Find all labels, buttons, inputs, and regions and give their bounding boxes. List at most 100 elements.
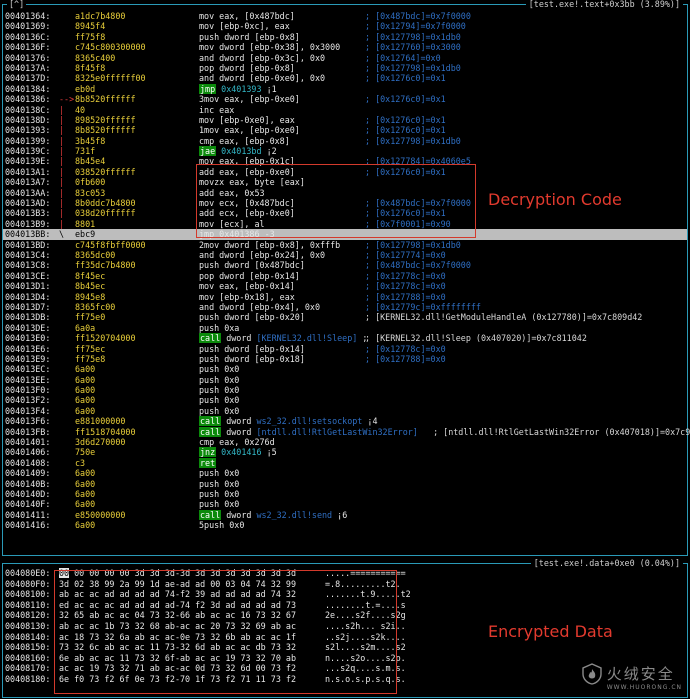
disasm-comment: ; [0x12764]=0x0 — [365, 52, 441, 63]
disasm-row[interactable]: 0040136C: ff75f8 push dword [ebp-0x8] ; [0x… — [3, 32, 687, 42]
disasm-comment: ; [0x1276c0]=0x1 — [365, 73, 446, 84]
disasm-address: 004013D7: — [5, 301, 51, 312]
disasm-row[interactable]: 0040140F: 6a00 push 0x0 — [3, 499, 687, 509]
disasm-address: 004013EC: — [5, 364, 51, 375]
symbol-reference[interactable]: ws2_32.dll!setsockopt — [256, 416, 362, 426]
instruction-token[interactable]: 0x401416 — [216, 447, 266, 457]
disasm-address: 00401411: — [5, 509, 51, 520]
disasm-row[interactable]: 004013EC: 6a00 push 0x0 — [3, 364, 687, 374]
disasm-row[interactable]: 004013F2: 6a00 push 0x0 — [3, 395, 687, 405]
disasm-address: 004013F6: — [5, 416, 51, 427]
disasm-row[interactable]: 004013F6: e881000000 call dword ws2_32.dll… — [3, 416, 687, 427]
disasm-instruction: push dword [ebp-0x14] — [199, 344, 305, 354]
disasm-row[interactable]: 00401386: --> 8b8520ffffff 3mov eax, [ebp-0… — [3, 94, 687, 104]
disasm-instruction: push dword [ebp-0x8] — [199, 32, 300, 42]
jump-arrow: | — [59, 208, 65, 219]
disasm-instruction: push 0x0 — [199, 468, 239, 478]
disasm-row[interactable]: 004013DB: ff75e0 push dword [ebp-0x20] ; [K… — [3, 312, 687, 322]
instruction-token[interactable]: 0x401393 — [216, 84, 266, 94]
disasm-row[interactable]: 00401409: 6a00 push 0x0 — [3, 468, 687, 478]
disasm-row[interactable]: 004013BD: c745f8fbff0000 2mov dword [ebp-0… — [3, 240, 687, 250]
instruction-token: cmp eax, [ebp-0x8] — [199, 135, 290, 146]
disasm-comment: ; [0x127774]=0x0 — [365, 249, 446, 260]
disasm-row[interactable]: 004013C4: 8365dc00 and dword [ebp-0x24], 0… — [3, 250, 687, 260]
disasm-row[interactable]: 004013D1: 8b45ec mov eax, [ebp-0x14] ; [0x1… — [3, 281, 687, 291]
disasm-comment: ; [0x12778c]=0x0 — [365, 281, 446, 292]
disasm-instruction: and dword [ebp-0xe0], 0x0 — [199, 73, 325, 83]
disasm-row[interactable]: 00401416: 6a00 5push 0x0 — [3, 520, 687, 530]
disasm-address: 004013F4: — [5, 405, 51, 416]
disasm-row[interactable]: 0040138C: | 40 inc eax — [3, 105, 687, 115]
disasm-opcode-bytes: 8b45e4 — [75, 156, 106, 167]
branch-mnemonic: ret — [199, 457, 217, 468]
instruction-token: push 0x0 — [199, 374, 240, 385]
disasm-row[interactable]: 004013F4: 6a00 push 0x0 — [3, 406, 687, 416]
disasm-row[interactable]: 004013C8: ff35dc7b4800 push dword [0x487bd… — [3, 260, 687, 270]
disasm-instruction: mov [ebp-0xe0], eax — [199, 115, 295, 125]
disasm-row[interactable]: 0040140D: 6a00 push 0x0 — [3, 489, 687, 499]
disasm-row[interactable]: 004013DE: 6a0a push 0xa — [3, 323, 687, 333]
hex-address: 00408100: — [5, 589, 51, 600]
hex-address: 00408150: — [5, 642, 51, 653]
disasm-row[interactable]: 004013E9: ff75e8 push dword [ebp-0x18] ; [0… — [3, 354, 687, 364]
symbol-reference[interactable]: ws2_32.dll!send — [256, 510, 332, 520]
disasm-opcode-bytes: 6a00 — [75, 364, 96, 375]
disasm-instruction: and dword [ebp-0x24], 0x0 — [199, 250, 325, 260]
disasm-row[interactable]: 00401369: 8945f4 mov [ebp-0xc], eax ; [0x12… — [3, 21, 687, 31]
disasm-row[interactable]: 004013E6: ff75ec push dword [ebp-0x14] ; [0… — [3, 344, 687, 354]
disasm-instruction: push 0x0 — [199, 385, 239, 395]
disasm-row[interactable]: 0040140B: 6a00 push 0x0 — [3, 479, 687, 489]
disasm-row[interactable]: 00401384: eb0d jmp 0x401393 ¡1 — [3, 83, 687, 94]
disasm-row[interactable]: 00401411: e850000000 call dword ws2_32.dll… — [3, 509, 687, 520]
disasm-row[interactable]: 0040138D: | 898520ffffff mov [ebp-0xe0], ea… — [3, 115, 687, 125]
disasm-opcode-bytes: 731f — [75, 146, 96, 157]
disasm-row[interactable]: 004013D7: 8365fc00 and dword [ebp-0x4], 0x… — [3, 302, 687, 312]
disasm-row[interactable]: 00401393: | 8b8520ffffff 1mov eax, [ebp-0xe… — [3, 125, 687, 135]
watermark: 火绒安全 WWW.HUORONG.CN — [582, 663, 682, 691]
instruction-token: ¡5 — [266, 447, 277, 458]
pane-corner-tag[interactable]: [^] — [7, 0, 27, 9]
hex-address: 00408160: — [5, 652, 51, 663]
disasm-instruction: pop dword [ebp-0x14] — [199, 271, 300, 281]
instruction-token: dword — [221, 426, 257, 437]
disasm-row[interactable]: 0040137D: 8325e0ffffff00 and dword [ebp-0x… — [3, 73, 687, 83]
disasm-row[interactable]: 0040136F: c745c800300000 mov dword [ebp-0x… — [3, 42, 687, 52]
disasm-address: 004013AA: — [5, 187, 51, 198]
disasm-row[interactable]: 004013CE: 8f45ec pop dword [ebp-0x14] ; [0x… — [3, 271, 687, 281]
disasm-row[interactable]: 004013E0: ff1520704000 call dword [KERNEL3… — [3, 333, 687, 344]
instruction-token: ¡1 — [266, 83, 277, 94]
disasm-row[interactable]: 00401408: c3 ret — [3, 457, 687, 468]
disasm-address: 004013D4: — [5, 291, 51, 302]
disasm-row[interactable]: 0040137A: 8f45f8 pop dword [ebp-0x8] ; [0x1… — [3, 63, 687, 73]
disasm-opcode-bytes: 8365dc00 — [75, 249, 116, 260]
decryption-code-label: Decryption Code — [488, 190, 622, 209]
disasm-opcode-bytes: ff35dc7b4800 — [75, 260, 136, 271]
disasm-row[interactable]: 004013FB: ff1518704000 call dword [ntdll.d… — [3, 426, 690, 437]
symbol-reference[interactable]: [ntdll.dll!RtlGetLastWin32Error] — [256, 427, 417, 437]
disasm-instruction: push 0x0 — [199, 395, 239, 405]
disasm-address: 0040138C: — [5, 104, 51, 115]
jump-arrow: | — [59, 187, 65, 198]
disasm-row[interactable]: 00401399: | 3b45f8 cmp eax, [ebp-0x8] ; [0x1… — [3, 136, 687, 146]
disasm-opcode-bytes: ff75ec — [75, 343, 106, 354]
instruction-token: inc eax — [199, 104, 235, 115]
disasm-opcode-bytes: 8b8520ffffff — [75, 94, 136, 105]
disasm-comment: ; [0x12778c]=0x0 — [365, 343, 446, 354]
disasm-row[interactable]: 0040139C: | 731f jae 0x4013bd ¡2 — [3, 146, 687, 157]
disasm-row[interactable]: 00401376: 8365c400 and dword [ebp-0x3c], 0… — [3, 53, 687, 63]
jump-arrow: --> — [59, 94, 75, 105]
disasm-row[interactable]: 00401401: 3d6d270000 cmp eax, 0x276d — [3, 437, 687, 447]
jump-arrow: | — [59, 125, 65, 136]
jump-arrow: | — [59, 135, 65, 146]
disasm-instruction: jmp 0x401393 ¡1 — [199, 83, 277, 94]
disasm-row[interactable]: 004013EE: 6a00 push 0x0 — [3, 375, 687, 385]
disasm-address: 004013E9: — [5, 353, 51, 364]
symbol-reference[interactable]: [KERNEL32.dll!Sleep] — [256, 333, 357, 343]
disasm-row[interactable]: 00401364: a1dc7b4800 mov eax, [0x487bdc] ; … — [3, 11, 687, 21]
disasm-row[interactable]: 00401406: 750e jnz 0x401416 ¡5 — [3, 447, 687, 458]
disasm-opcode-bytes: 6a00 — [75, 478, 96, 489]
disasm-row[interactable]: 004013F0: 6a00 push 0x0 — [3, 385, 687, 395]
disasm-row[interactable]: 004013D4: 8945e8 mov [ebp-0x18], eax ; [0x1… — [3, 292, 687, 302]
instruction-token[interactable]: 0x4013bd — [216, 146, 266, 156]
disassembly-pane[interactable]: [^] [test.exe!.text+0x3bb (3.89%)] 00401… — [2, 0, 690, 556]
